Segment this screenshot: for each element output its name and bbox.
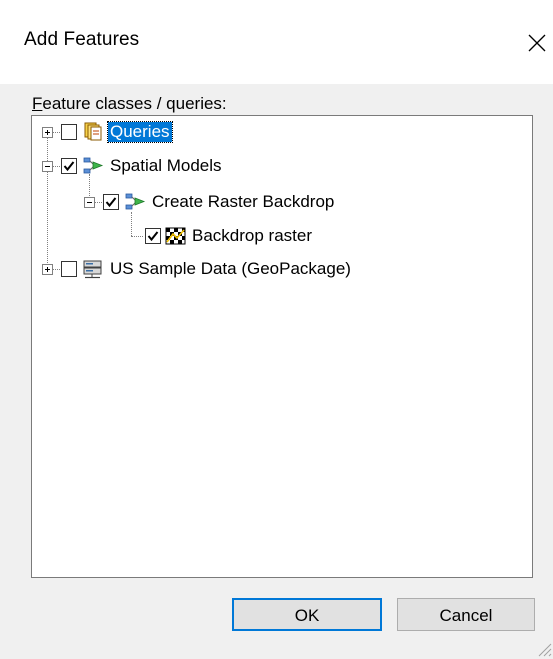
collapse-toggle[interactable] [84, 197, 95, 208]
tree-label: Feature classes / queries: [32, 94, 227, 114]
tree-connector [47, 132, 48, 269]
tree-connector [52, 269, 60, 270]
cancel-button[interactable]: Cancel [397, 598, 535, 631]
close-button[interactable] [515, 18, 553, 66]
tree-node-label[interactable]: Queries [107, 121, 173, 143]
spatial-models-checkbox[interactable] [61, 158, 77, 174]
ok-button[interactable]: OK [232, 598, 382, 631]
tree-node-label[interactable]: Backdrop raster [192, 226, 312, 246]
check-icon [105, 197, 117, 208]
model-icon [125, 193, 146, 210]
add-features-dialog: Add Features Feature classes / queries: [0, 0, 553, 659]
model-icon [83, 157, 104, 174]
collapse-toggle[interactable] [42, 161, 53, 172]
queries-folder-icon [84, 122, 102, 141]
tree-connector [131, 236, 143, 237]
dialog-title: Add Features [24, 29, 140, 50]
backdrop-raster-checkbox[interactable] [145, 228, 161, 244]
tree-node-label[interactable]: Spatial Models [110, 156, 222, 176]
tree-node-label[interactable]: US Sample Data (GeoPackage) [110, 259, 351, 279]
database-icon [83, 260, 102, 279]
expand-toggle[interactable] [42, 264, 53, 275]
queries-checkbox[interactable] [61, 124, 77, 140]
close-icon [528, 34, 546, 52]
title-bar: Add Features [0, 0, 553, 84]
tree-label-text: eature classes / queries: [42, 94, 227, 113]
resize-grip-icon[interactable] [536, 641, 552, 657]
tree-connector [52, 166, 60, 167]
check-icon [63, 161, 75, 172]
tree-connector [131, 212, 132, 236]
create-raster-backdrop-checkbox[interactable] [103, 194, 119, 210]
tree-connector [52, 132, 60, 133]
tree-label-mnemonic: F [32, 94, 43, 113]
tree-connector [95, 202, 102, 203]
raster-icon [165, 227, 186, 245]
check-icon [147, 231, 159, 242]
us-sample-data-checkbox[interactable] [61, 261, 77, 277]
tree-node-label[interactable]: Create Raster Backdrop [152, 192, 334, 212]
expand-toggle[interactable] [42, 127, 53, 138]
feature-tree[interactable]: Queries Spatial Models Create Raster Bac… [31, 115, 533, 578]
